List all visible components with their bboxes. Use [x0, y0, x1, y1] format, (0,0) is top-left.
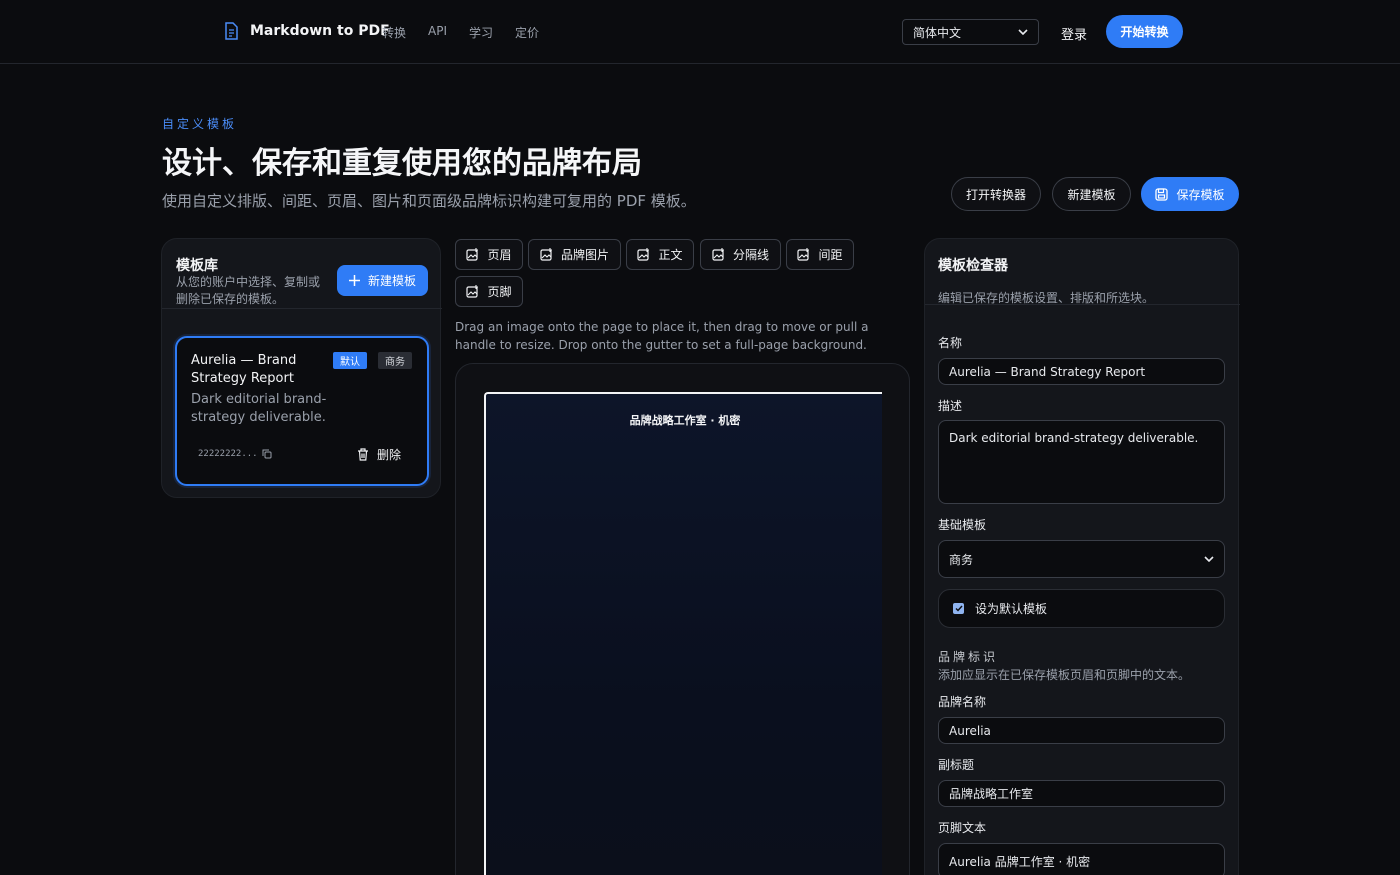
language-value: 简体中文: [913, 25, 962, 40]
base-template-label: 基础模板: [938, 518, 987, 532]
page-header-text[interactable]: 品牌战略工作室 · 机密: [486, 412, 884, 428]
image-add-icon: [466, 248, 479, 261]
page-title: 设计、保存和重复使用您的品牌布局: [162, 146, 642, 181]
base-template-select[interactable]: 商务: [938, 540, 1225, 578]
block-spacing-label: 间距: [818, 248, 843, 262]
brand-section-title: 品牌标识: [938, 650, 999, 664]
language-select[interactable]: 简体中文: [902, 19, 1039, 45]
footer-text-label: 页脚文本: [938, 821, 987, 835]
save-template-button[interactable]: 保存模板: [1141, 177, 1239, 211]
delete-template-button[interactable]: 删除: [357, 446, 401, 463]
top-nav: Markdown to PDF 转换 API 学习 定价 简体中文 登录 开始转…: [0, 0, 1400, 64]
default-checkbox-label: 设为默认模板: [975, 602, 1048, 616]
subtitle-label: 副标题: [938, 758, 975, 772]
nav-link-pricing[interactable]: 定价: [515, 24, 539, 41]
document-icon: [224, 22, 238, 40]
login-link[interactable]: 登录: [1061, 24, 1087, 43]
save-template-label: 保存模板: [1176, 187, 1225, 202]
block-body-label: 正文: [658, 248, 683, 262]
divider: [925, 304, 1240, 305]
brand-name: Markdown to PDF: [250, 23, 390, 39]
image-add-icon: [637, 248, 650, 261]
footer-text-input[interactable]: Aurelia 品牌工作室 · 机密: [938, 843, 1225, 875]
block-body-button[interactable]: 正文: [626, 239, 694, 270]
template-id-copy[interactable]: 22222222...: [198, 449, 272, 459]
type-badge: 商务: [378, 352, 412, 369]
trash-icon: [357, 448, 369, 461]
block-spacing-button[interactable]: 间距: [786, 239, 854, 270]
block-footer-button[interactable]: 页脚: [455, 276, 523, 307]
template-card[interactable]: Aurelia — Brand Strategy Report 默认 商务 Da…: [175, 336, 429, 486]
pdf-page-preview[interactable]: 品牌战略工作室 · 机密: [484, 392, 882, 875]
description-textarea[interactable]: Dark editorial brand-strategy deliverabl…: [938, 420, 1225, 504]
block-divider-label: 分隔线: [732, 248, 769, 262]
default-checkbox[interactable]: [953, 603, 964, 614]
block-header-button[interactable]: 页眉: [455, 239, 523, 270]
description-label: 描述: [938, 399, 963, 413]
save-icon: [1155, 187, 1169, 201]
start-convert-button[interactable]: 开始转换: [1106, 15, 1183, 48]
nav-link-learn[interactable]: 学习: [469, 24, 493, 41]
brand-logo-link[interactable]: Markdown to PDF: [224, 22, 390, 40]
brand-name-input[interactable]: Aurelia: [938, 717, 1225, 744]
nav-link-api[interactable]: API: [428, 24, 447, 41]
plus-icon: [348, 275, 360, 286]
image-add-icon: [540, 248, 553, 261]
block-brand-image-button[interactable]: 品牌图片: [528, 239, 621, 270]
divider: [162, 308, 442, 309]
page-subtitle: 使用自定义排版、间距、页眉、图片和页面级品牌标识构建可复用的 PDF 模板。: [162, 192, 696, 210]
template-card-name: Aurelia — Brand Strategy Report: [191, 353, 297, 386]
template-id: 22222222...: [198, 449, 258, 459]
block-brand-image-label: 品牌图片: [560, 248, 609, 262]
subtitle-input[interactable]: 品牌战略工作室: [938, 780, 1225, 807]
open-converter-button[interactable]: 打开转换器: [951, 177, 1041, 211]
brand-name-label: 品牌名称: [938, 695, 987, 709]
copy-icon: [262, 449, 272, 459]
default-template-toggle[interactable]: 设为默认模板: [938, 589, 1225, 628]
nav-link-convert[interactable]: 转换: [382, 24, 406, 41]
library-new-label: 新建模板: [367, 274, 416, 288]
name-label: 名称: [938, 336, 963, 350]
delete-label: 删除: [377, 448, 402, 462]
name-input[interactable]: Aurelia — Brand Strategy Report: [938, 358, 1225, 385]
inspector-title: 模板检查器: [938, 258, 1008, 274]
library-new-template-button[interactable]: 新建模板: [337, 265, 428, 296]
chevron-down-icon: [1018, 29, 1028, 35]
canvas-hint: Drag an image onto the page to place it,…: [455, 320, 869, 352]
image-add-icon: [712, 248, 725, 261]
library-title: 模板库: [176, 258, 218, 274]
hero-eyebrow: 自定义模板: [162, 117, 238, 131]
nav-links: 转换 API 学习 定价: [382, 24, 539, 41]
template-library-panel: 模板库 从您的账户中选择、复制或删除已保存的模板。 新建模板 Aurelia —…: [161, 238, 442, 498]
default-badge: 默认: [333, 352, 367, 369]
image-add-icon: [466, 285, 479, 298]
block-footer-label: 页脚: [487, 285, 512, 299]
chevron-down-icon: [1204, 556, 1214, 562]
block-header-label: 页眉: [487, 248, 512, 262]
new-template-button[interactable]: 新建模板: [1052, 177, 1131, 211]
canvas-gutter[interactable]: 品牌战略工作室 · 机密: [455, 363, 910, 875]
template-inspector-panel: 模板检查器 编辑已保存的模板设置、排版和所选块。 名称 Aurelia — Br…: [924, 238, 1240, 875]
brand-section-description: 添加应显示在已保存模板页眉和页脚中的文本。: [938, 668, 1191, 682]
library-description: 从您的账户中选择、复制或删除已保存的模板。: [176, 275, 321, 306]
base-template-value: 商务: [949, 552, 974, 567]
image-add-icon: [797, 248, 810, 261]
block-divider-button[interactable]: 分隔线: [700, 239, 781, 270]
template-card-description: Dark editorial brand-strategy deliverabl…: [191, 392, 327, 425]
